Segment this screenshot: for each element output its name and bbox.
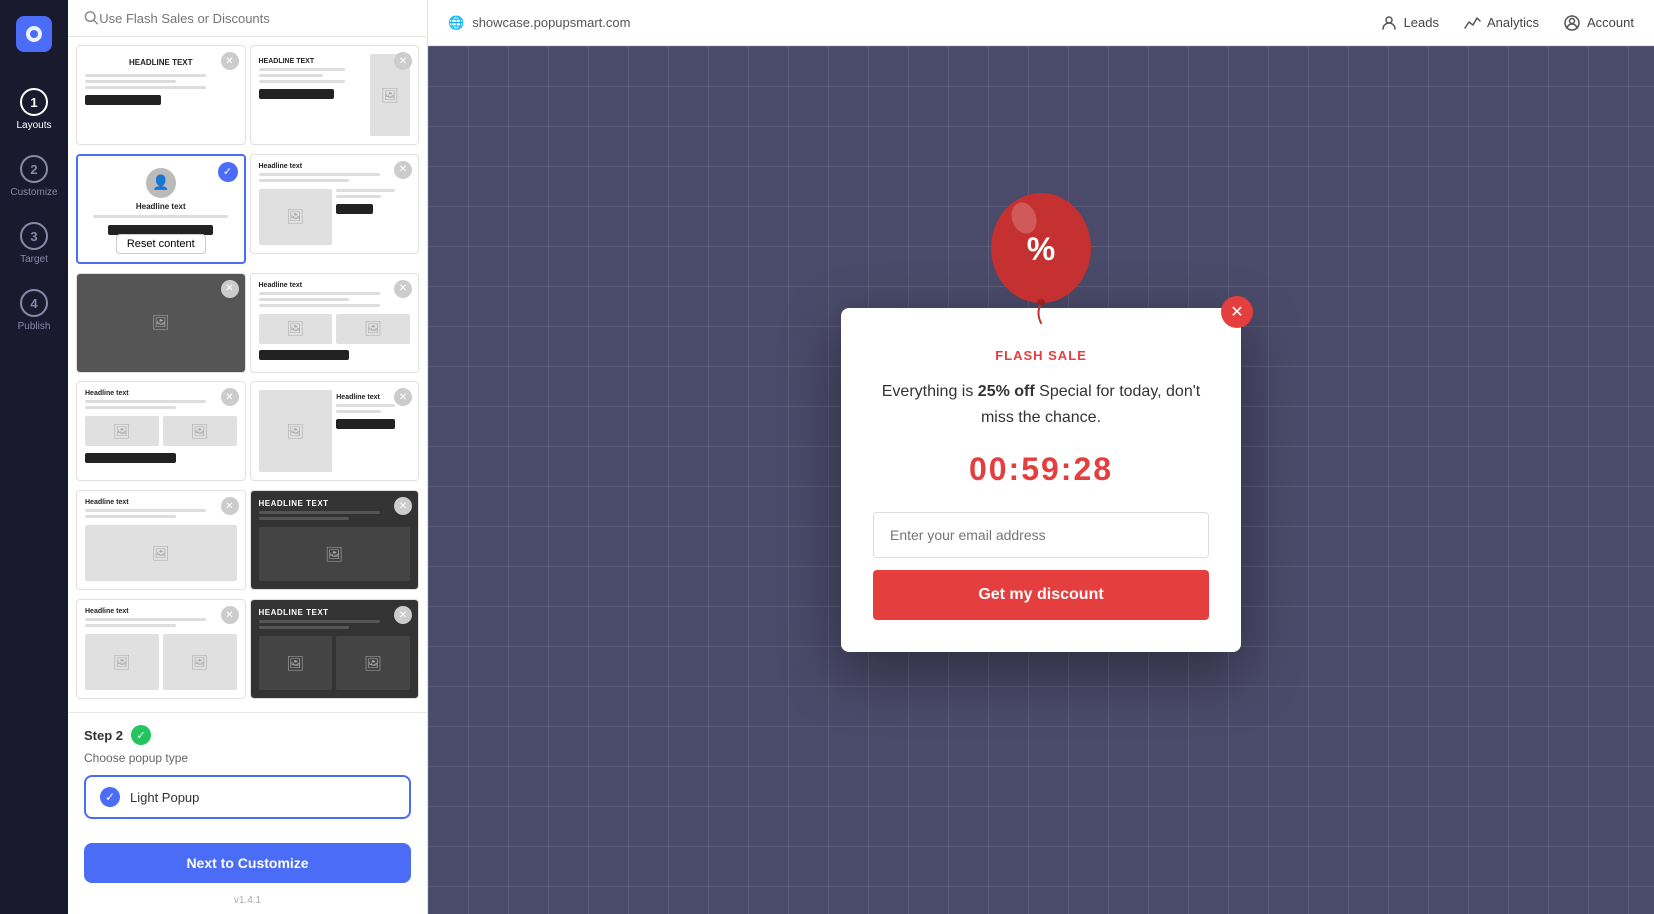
sidebar-item-layouts[interactable]: 1 Layouts xyxy=(0,76,68,143)
popup-body: FLASH SALE Everything is 25% off Special… xyxy=(841,308,1241,651)
template-card-4[interactable]: Headline text 🖼 ✕ xyxy=(250,154,420,254)
step-4-label: Publish xyxy=(18,321,51,332)
analytics-label: Analytics xyxy=(1487,15,1539,30)
search-bar xyxy=(68,0,427,37)
leads-button[interactable]: Leads xyxy=(1380,14,1439,32)
template-card-7[interactable]: Headline text 🖼 🖼 ✕ xyxy=(76,381,246,481)
app-logo xyxy=(16,16,52,52)
template-card-3[interactable]: 👤 Headline text ✓ Reset content xyxy=(76,154,246,264)
close-badge-4: ✕ xyxy=(394,161,412,179)
template-grid: HEADLINE TEXT ✕ HEADLINE TEXT 🖼 ✕ xyxy=(68,37,427,712)
close-badge-11: ✕ xyxy=(221,606,239,624)
template-card-6[interactable]: Headline text 🖼 🖼 ✕ xyxy=(250,273,420,373)
balloon-icon: % xyxy=(986,188,1096,328)
template-card-12[interactable]: Headline text 🖼 🖼 ✕ xyxy=(250,599,420,699)
step-1-label: Layouts xyxy=(16,120,51,131)
leads-icon xyxy=(1380,14,1398,32)
url-bar: 🌐 showcase.popupsmart.com xyxy=(448,15,1364,31)
step-4-circle: 4 xyxy=(20,289,48,317)
template-card-2[interactable]: HEADLINE TEXT 🖼 ✕ xyxy=(250,45,420,145)
close-badge-9: ✕ xyxy=(221,497,239,515)
step2-label: Step 2 xyxy=(84,728,123,743)
flash-sale-label: FLASH SALE xyxy=(873,348,1209,363)
popup-type-check-icon: ✓ xyxy=(100,787,120,807)
step-2-circle: 2 xyxy=(20,155,48,183)
svg-text:%: % xyxy=(1027,231,1055,267)
flash-sale-desc: Everything is 25% off Special for today,… xyxy=(873,379,1209,430)
search-input[interactable] xyxy=(99,11,411,26)
popup-type-label: Light Popup xyxy=(130,790,199,805)
close-badge-5: ✕ xyxy=(221,280,239,298)
popup-close-button[interactable]: ✕ xyxy=(1221,296,1253,328)
template-card-9[interactable]: Headline text 🖼 ✕ xyxy=(76,490,246,590)
sidebar-item-publish[interactable]: 4 Publish xyxy=(0,277,68,344)
account-label: Account xyxy=(1587,15,1634,30)
canvas-area: 🌐 showcase.popupsmart.com Leads Analytic… xyxy=(428,0,1654,914)
version-tag: v1.4.1 xyxy=(68,895,427,914)
step-3-circle: 3 xyxy=(20,222,48,250)
leads-label: Leads xyxy=(1404,15,1439,30)
step2-sublabel: Choose popup type xyxy=(84,751,411,765)
countdown-timer: 00:59:28 xyxy=(873,451,1209,488)
step-2-label: Customize xyxy=(10,187,57,198)
template-card-8[interactable]: 🖼 Headline text ✕ xyxy=(250,381,420,481)
next-to-customize-button[interactable]: Next to Customize xyxy=(84,843,411,883)
sidebar-nav: 1 Layouts 2 Customize 3 Target 4 Publish xyxy=(0,0,68,914)
step-3-label: Target xyxy=(20,254,48,265)
search-icon xyxy=(84,10,99,26)
top-bar-right: Leads Analytics Account xyxy=(1380,14,1634,32)
check-badge-3: ✓ xyxy=(218,162,238,182)
analytics-icon xyxy=(1463,14,1481,32)
step2-check-icon: ✓ xyxy=(131,725,151,745)
top-bar: 🌐 showcase.popupsmart.com Leads Analytic… xyxy=(428,0,1654,46)
close-badge-2: ✕ xyxy=(394,52,412,70)
step-1-circle: 1 xyxy=(20,88,48,116)
logo-icon xyxy=(24,24,44,44)
step2-section: Step 2 ✓ Choose popup type ✓ Light Popup xyxy=(68,712,427,831)
popup-type-option[interactable]: ✓ Light Popup xyxy=(84,775,411,819)
template-card-1[interactable]: HEADLINE TEXT ✕ xyxy=(76,45,246,145)
close-badge-7: ✕ xyxy=(221,388,239,406)
template-panel: HEADLINE TEXT ✕ HEADLINE TEXT 🖼 ✕ xyxy=(68,0,428,914)
close-badge-6: ✕ xyxy=(394,280,412,298)
email-input[interactable] xyxy=(873,512,1209,558)
reset-content-button[interactable]: Reset content xyxy=(116,234,206,254)
get-discount-button[interactable]: Get my discount xyxy=(873,570,1209,620)
globe-icon: 🌐 xyxy=(448,15,464,31)
url-text: showcase.popupsmart.com xyxy=(472,15,630,30)
step2-header: Step 2 ✓ xyxy=(84,725,411,745)
close-badge-1: ✕ xyxy=(221,52,239,70)
sidebar-item-customize[interactable]: 2 Customize xyxy=(0,143,68,210)
template-card-5[interactable]: 🖼 ✕ xyxy=(76,273,246,373)
sidebar-item-target[interactable]: 3 Target xyxy=(0,210,68,277)
popup-preview: ✕ % FLASH SALE Everything is 25% off Spe… xyxy=(841,308,1241,651)
template-card-10[interactable]: Headline text 🖼 ✕ xyxy=(250,490,420,590)
canvas-grid: ✕ % FLASH SALE Everything is 25% off Spe… xyxy=(428,46,1654,914)
account-icon xyxy=(1563,14,1581,32)
template-card-11[interactable]: Headline text 🖼 🖼 ✕ xyxy=(76,599,246,699)
analytics-button[interactable]: Analytics xyxy=(1463,14,1539,32)
account-button[interactable]: Account xyxy=(1563,14,1634,32)
